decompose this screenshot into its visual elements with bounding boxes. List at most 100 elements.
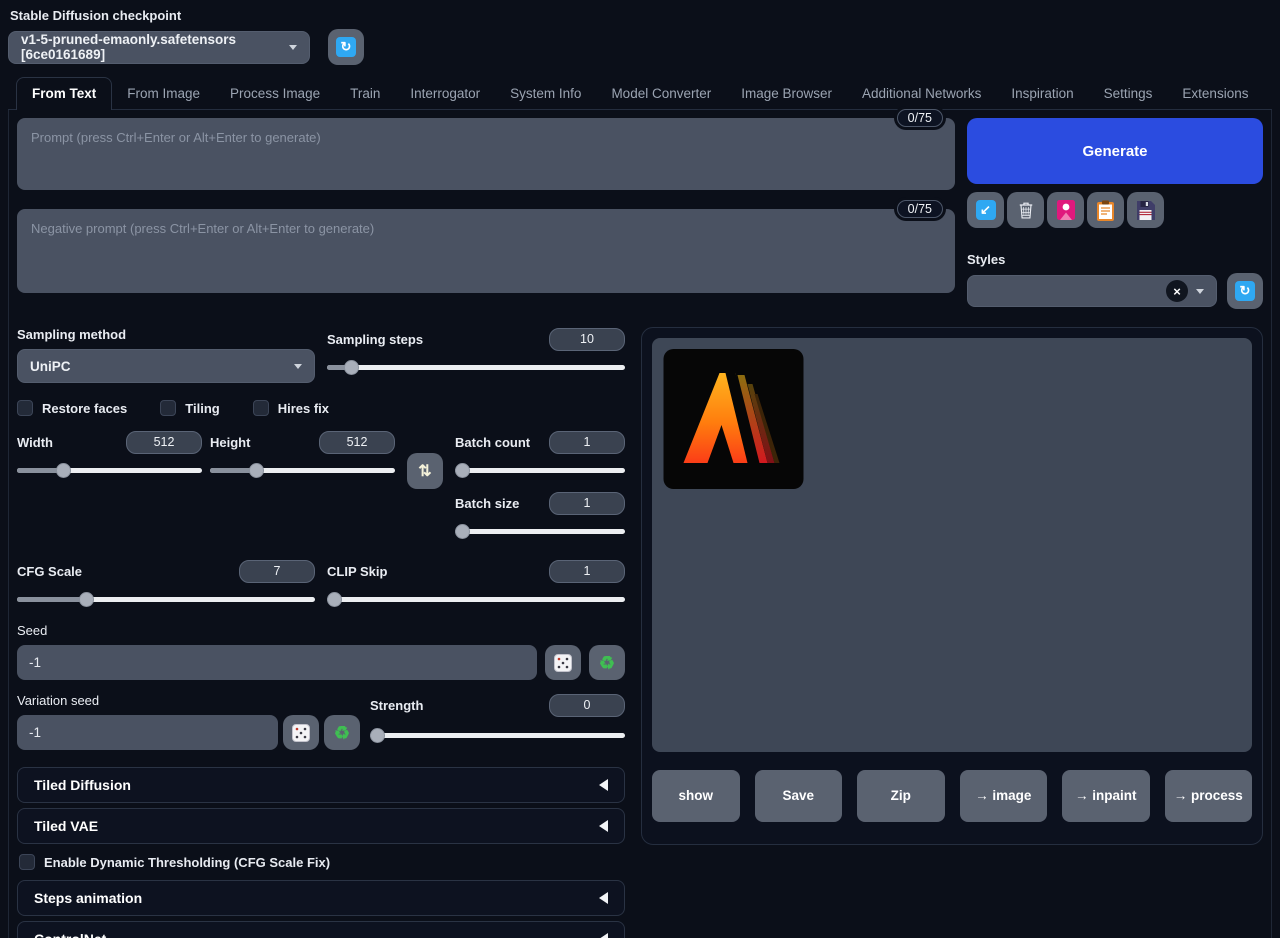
sampling-steps-label: Sampling steps — [327, 332, 423, 347]
width-value[interactable]: 512 — [126, 431, 202, 454]
generate-column: Generate ↙ — [967, 118, 1263, 309]
collapse-arrow-icon — [599, 779, 608, 791]
tiling-checkbox[interactable]: Tiling — [160, 400, 219, 416]
batch-count-slider[interactable] — [455, 462, 625, 478]
strength-value[interactable]: 0 — [549, 694, 625, 717]
reuse-seed-button[interactable]: ♻ — [589, 645, 625, 680]
gallery-actions: show Save Zip → image → inpaint → proces… — [652, 770, 1252, 822]
random-seed-button[interactable] — [545, 645, 581, 680]
swap-dimensions-button[interactable]: ⇅ — [407, 453, 443, 489]
sampling-steps-slider[interactable] — [327, 359, 625, 375]
collapse-arrow-icon — [599, 820, 608, 832]
height-value[interactable]: 512 — [319, 431, 395, 454]
sampling-method-group: Sampling method UniPC — [17, 327, 315, 383]
checkpoint-value: v1-5-pruned-emaonly.safetensors [6ce0161… — [21, 32, 289, 62]
checkbox-icon — [17, 400, 33, 416]
checkbox-icon — [253, 400, 269, 416]
refresh-styles-button[interactable]: ↻ — [1227, 273, 1263, 309]
height-slider[interactable] — [210, 462, 395, 478]
tab-train[interactable]: Train — [335, 78, 395, 109]
refresh-icon: ↻ — [336, 37, 356, 57]
extra-networks-card-icon — [1057, 200, 1075, 220]
sampling-steps-value[interactable]: 10 — [549, 328, 625, 351]
sampling-steps-group: Sampling steps 10 — [327, 327, 625, 383]
recycle-icon: ♻ — [599, 654, 615, 672]
restore-faces-checkbox[interactable]: Restore faces — [17, 400, 127, 416]
floppy-save-icon — [1136, 200, 1155, 220]
width-group: Width 512 — [17, 430, 202, 539]
prompt-column: 0/75 0/75 — [17, 118, 955, 309]
width-slider[interactable] — [17, 462, 202, 478]
checkbox-icon — [19, 854, 35, 870]
clipboard-icon — [1096, 200, 1115, 221]
extra-networks-button[interactable] — [1047, 192, 1084, 228]
random-variation-seed-button[interactable] — [283, 715, 319, 750]
reuse-variation-seed-button[interactable]: ♻ — [324, 715, 360, 750]
app-root: Stable Diffusion checkpoint v1-5-pruned-… — [0, 0, 1280, 938]
styles-select[interactable]: × — [967, 275, 1217, 307]
generation-controls: Sampling method UniPC Sampling steps 10 — [17, 327, 625, 938]
send-to-inpaint-button[interactable]: → inpaint — [1062, 770, 1150, 822]
seed-input[interactable] — [17, 645, 537, 680]
accordion-tiled-vae[interactable]: Tiled VAE — [17, 808, 625, 844]
collapse-arrow-icon — [599, 892, 608, 904]
output-gallery: show Save Zip → image → inpaint → proces… — [641, 327, 1263, 845]
sampling-method-select[interactable]: UniPC — [17, 349, 315, 383]
zip-button[interactable]: Zip — [857, 770, 945, 822]
tab-model-converter[interactable]: Model Converter — [596, 78, 726, 109]
gallery-preview[interactable] — [652, 338, 1252, 752]
tab-inspiration[interactable]: Inspiration — [996, 78, 1088, 109]
clip-skip-group: CLIP Skip 1 — [327, 559, 625, 607]
generate-button[interactable]: Generate — [967, 118, 1263, 184]
tab-from-text[interactable]: From Text — [16, 77, 112, 110]
batch-size-value[interactable]: 1 — [549, 492, 625, 515]
clear-styles-icon[interactable]: × — [1166, 280, 1188, 302]
tab-additional-networks[interactable]: Additional Networks — [847, 78, 996, 109]
tab-process-image[interactable]: Process Image — [215, 78, 335, 109]
accordion-controlnet[interactable]: ControlNet — [17, 921, 625, 938]
tab-settings[interactable]: Settings — [1089, 78, 1168, 109]
result-thumbnail orange-a-logo[interactable] — [663, 349, 804, 489]
dynamic-thresholding-checkbox[interactable]: Enable Dynamic Thresholding (CFG Scale F… — [19, 854, 625, 870]
from-text-panel: 0/75 0/75 Generate ↙ — [8, 110, 1272, 938]
hires-fix-checkbox[interactable]: Hires fix — [253, 400, 329, 416]
negative-prompt-token-counter: 0/75 — [897, 200, 943, 218]
clip-skip-slider[interactable] — [327, 591, 625, 607]
batch-size-slider[interactable] — [455, 523, 625, 539]
tab-image-browser[interactable]: Image Browser — [726, 78, 847, 109]
paste-params-button[interactable]: ↙ — [967, 192, 1004, 228]
tab-extensions[interactable]: Extensions — [1167, 78, 1263, 109]
clip-skip-value[interactable]: 1 — [549, 560, 625, 583]
dice-icon — [292, 724, 310, 742]
prompt-tools-row: ↙ — [967, 192, 1263, 228]
save-style-button[interactable] — [1127, 192, 1164, 228]
cfg-scale-value[interactable]: 7 — [239, 560, 315, 583]
clear-prompt-button[interactable] — [1007, 192, 1044, 228]
variation-seed-group: Variation seed — [17, 693, 360, 750]
seed-group: Seed ♻ — [17, 623, 625, 680]
refresh-checkpoints-button[interactable]: ↻ — [328, 29, 364, 65]
negative-prompt-input[interactable] — [17, 209, 955, 293]
chevron-down-icon — [1196, 289, 1204, 294]
apply-styles-button[interactable] — [1087, 192, 1124, 228]
sampling-method-label: Sampling method — [17, 327, 315, 342]
send-to-process-button[interactable]: → process — [1165, 770, 1253, 822]
tab-system-info[interactable]: System Info — [495, 78, 596, 109]
tab-interrogator[interactable]: Interrogator — [395, 78, 495, 109]
checkpoint-select[interactable]: v1-5-pruned-emaonly.safetensors [6ce0161… — [8, 31, 310, 64]
sampling-method-value: UniPC — [30, 359, 71, 374]
cfg-scale-group: CFG Scale 7 — [17, 559, 315, 607]
show-button[interactable]: show — [652, 770, 740, 822]
checkpoint-label: Stable Diffusion checkpoint — [10, 8, 1272, 23]
tab-from-image[interactable]: From Image — [112, 78, 215, 109]
strength-slider[interactable] — [370, 727, 625, 743]
accordion-steps-animation[interactable]: Steps animation — [17, 880, 625, 916]
accordion-tiled-diffusion[interactable]: Tiled Diffusion — [17, 767, 625, 803]
checkpoint-row: v1-5-pruned-emaonly.safetensors [6ce0161… — [8, 29, 1272, 65]
save-button[interactable]: Save — [755, 770, 843, 822]
prompt-input[interactable] — [17, 118, 955, 190]
variation-seed-input[interactable] — [17, 715, 278, 750]
batch-count-value[interactable]: 1 — [549, 431, 625, 454]
send-to-image-button[interactable]: → image — [960, 770, 1048, 822]
cfg-scale-slider[interactable] — [17, 591, 315, 607]
